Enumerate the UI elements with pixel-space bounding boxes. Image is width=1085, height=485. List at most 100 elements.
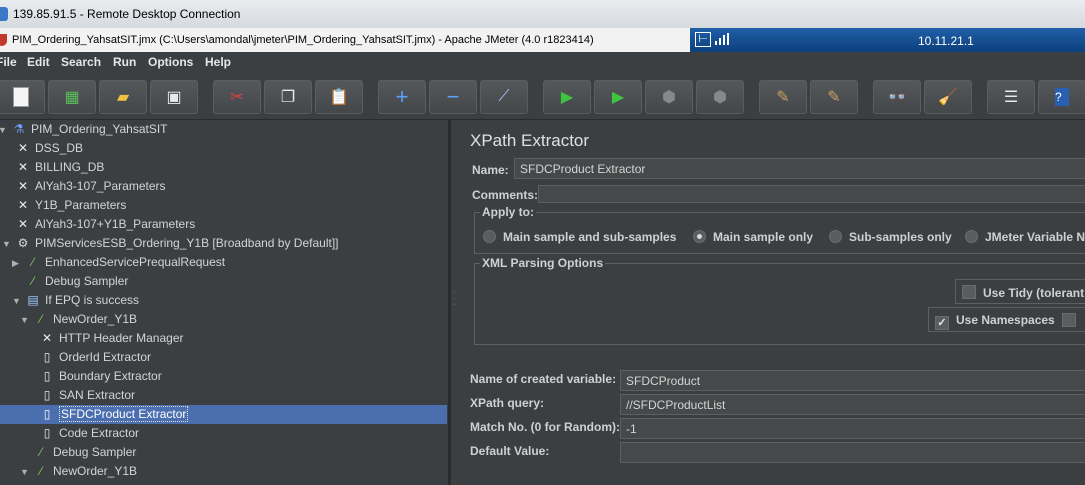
radio-indicator xyxy=(829,230,842,243)
extra-option-checkbox[interactable] xyxy=(1062,313,1083,328)
use-tidy-checkbox[interactable]: Use Tidy (tolerant xyxy=(962,285,1084,300)
expand-icon[interactable]: + xyxy=(378,80,426,114)
radio-jmeter-variable[interactable]: JMeter Variable N xyxy=(965,230,1085,244)
default-value-field[interactable] xyxy=(620,442,1085,463)
paste-icon[interactable]: 📋 xyxy=(315,80,363,114)
tree-node[interactable]: ▼ ▤ If EPQ is success xyxy=(12,291,139,310)
stop-icon[interactable]: ⬢ xyxy=(645,80,693,114)
radio-sub-only[interactable]: Sub-samples only xyxy=(829,230,952,244)
collapse-icon[interactable]: − xyxy=(429,80,477,114)
tree-node[interactable]: ▼ ⁄ NewOrder_Y1B xyxy=(20,462,137,481)
tree-node[interactable]: ✕ AlYah3-107_Parameters xyxy=(14,177,166,196)
post-processor-icon: ▯ xyxy=(43,407,51,421)
window-title: PIM_Ordering_YahsatSIT.jmx (C:\Users\amo… xyxy=(12,34,594,46)
clear-icon[interactable]: ✎ xyxy=(759,80,807,114)
post-processor-icon: ▯ xyxy=(43,350,51,364)
test-plan-icon: ⚗ xyxy=(13,122,25,136)
start-icon[interactable]: ▶ xyxy=(543,80,591,114)
menu-run[interactable]: Run xyxy=(113,55,136,69)
radio-main-and-sub[interactable]: Main sample and sub-samples xyxy=(483,230,676,244)
xml-parsing-options-label: XML Parsing Options xyxy=(480,256,606,270)
config-element-icon: ✕ xyxy=(17,141,29,155)
save-icon[interactable]: ▣ xyxy=(150,80,198,114)
tree-node[interactable]: ✕ Y1B_Parameters xyxy=(14,196,126,215)
xpath-query-label: XPath query: xyxy=(470,396,545,410)
variable-name-label: Name of created variable: xyxy=(470,372,617,386)
sampler-icon: ⁄ xyxy=(31,255,34,269)
tree-node[interactable]: ⁄ Debug Sampler xyxy=(32,443,136,462)
connection-ip: 10.11.21.1 xyxy=(918,34,974,48)
new-icon[interactable] xyxy=(0,80,45,114)
tree-node[interactable]: ▼⚗PIM_Ordering_YahsatSIT xyxy=(0,120,168,139)
remote-desktop-titlebar: 139.85.91.5 - Remote Desktop Connection xyxy=(0,0,1085,29)
function-helper-icon[interactable]: ☰ xyxy=(987,80,1035,114)
apply-to-group: Apply to: Main sample and sub-samples Ma… xyxy=(474,205,1085,254)
signal-strength-icon xyxy=(715,33,731,45)
config-element-icon: ✕ xyxy=(17,160,29,174)
menu-options[interactable]: Options xyxy=(148,55,193,69)
config-element-icon: ✕ xyxy=(17,217,29,231)
controller-icon: ▤ xyxy=(27,293,39,307)
use-namespaces-box: ✓ Use Namespaces xyxy=(928,307,1085,332)
apply-to-label: Apply to: xyxy=(480,205,536,219)
tree-node[interactable]: ▼ ⁄ NewOrder_Y1B xyxy=(20,310,137,329)
xpath-query-field[interactable]: //SFDCProductList xyxy=(620,394,1085,415)
tree-node[interactable]: ▯ Boundary Extractor xyxy=(38,367,162,386)
comments-field[interactable] xyxy=(538,185,1085,203)
use-tidy-box: Use Tidy (tolerant xyxy=(955,279,1085,304)
config-element-icon: ✕ xyxy=(41,331,53,345)
menu-search[interactable]: Search xyxy=(61,55,101,69)
post-processor-icon: ▯ xyxy=(43,388,51,402)
search-icon[interactable]: 👓 xyxy=(873,80,921,114)
tree-node[interactable]: ✕ HTTP Header Manager xyxy=(38,329,184,348)
cut-icon[interactable]: ✂ xyxy=(213,80,261,114)
reset-search-icon[interactable]: 🧹 xyxy=(924,80,972,114)
name-label: Name: xyxy=(472,163,509,177)
connection-bar: ⊢ 10.11.21.1 xyxy=(690,28,1085,52)
tree-node[interactable]: ▯ SAN Extractor xyxy=(38,386,135,405)
tree-node[interactable]: ✕ DSS_DB xyxy=(14,139,83,158)
sampler-icon: ⁄ xyxy=(39,445,42,459)
match-number-label: Match No. (0 for Random): xyxy=(470,420,620,434)
tree-node-selected[interactable]: ▯ SFDCProduct Extractor xyxy=(0,405,447,424)
checkbox-checked-indicator: ✓ xyxy=(935,316,949,330)
open-icon[interactable]: ▰ xyxy=(99,80,147,114)
templates-icon[interactable]: ▦ xyxy=(48,80,96,114)
tree-node[interactable]: ▼ ⚙ PIMServicesESB_Ordering_Y1B [Broadband… xyxy=(2,234,339,253)
tree-node[interactable]: ▯ OrderId Extractor xyxy=(38,348,151,367)
start-no-pause-icon[interactable]: ▶ xyxy=(594,80,642,114)
config-element-icon: ✕ xyxy=(17,198,29,212)
shutdown-icon[interactable]: ⬢ xyxy=(696,80,744,114)
comments-label: Comments: xyxy=(472,188,539,202)
copy-icon[interactable]: ❐ xyxy=(264,80,312,114)
tree-node[interactable]: ✕ BILLING_DB xyxy=(14,158,104,177)
checkbox-indicator xyxy=(1062,313,1076,327)
menu-help[interactable]: Help xyxy=(205,55,231,69)
jmeter-titlebar: PIM_Ordering_YahsatSIT.jmx (C:\Users\amo… xyxy=(0,28,690,53)
variable-name-field[interactable]: SFDCProduct xyxy=(620,370,1085,391)
toggle-icon[interactable]: ⟋ xyxy=(480,80,528,114)
toolbar: ▦ ▰ ▣ ✂ ❐ 📋 + − ⟋ ▶ ▶ ⬢ ⬢ ✎ ✎ 👓 🧹 ☰ ? xyxy=(0,74,1085,120)
name-field[interactable]: SFDCProduct Extractor xyxy=(514,158,1085,179)
menu-edit[interactable]: Edit xyxy=(27,55,50,69)
xpath-extractor-panel: XPath Extractor Name: SFDCProduct Extrac… xyxy=(458,120,1085,485)
tree-node[interactable]: ▶ ⁄ EnhancedServicePrequalRequest xyxy=(12,253,225,272)
tree-node[interactable]: ✕ AlYah3-107+Y1B_Parameters xyxy=(14,215,195,234)
use-namespaces-checkbox[interactable]: ✓ Use Namespaces xyxy=(935,313,1055,330)
tree-node[interactable]: ▯ Code Extractor xyxy=(38,424,139,443)
help-icon[interactable]: ? xyxy=(1038,80,1085,114)
pin-icon[interactable]: ⊢ xyxy=(695,32,711,47)
tree-node[interactable]: ⁄ Debug Sampler xyxy=(24,272,128,291)
radio-indicator xyxy=(965,230,978,243)
radio-indicator xyxy=(483,230,496,243)
remote-desktop-icon xyxy=(0,7,8,21)
jmeter-icon xyxy=(0,34,7,46)
match-number-field[interactable]: -1 xyxy=(620,418,1085,439)
menu-file[interactable]: File xyxy=(0,55,17,69)
clear-all-icon[interactable]: ✎ xyxy=(810,80,858,114)
radio-main-only[interactable]: Main sample only xyxy=(693,230,813,244)
sampler-icon: ⁄ xyxy=(31,274,34,288)
remote-desktop-title: 139.85.91.5 - Remote Desktop Connection xyxy=(13,7,241,21)
panel-title: XPath Extractor xyxy=(470,131,590,150)
menu-bar: File Edit Search Run Options Help xyxy=(0,52,1085,75)
